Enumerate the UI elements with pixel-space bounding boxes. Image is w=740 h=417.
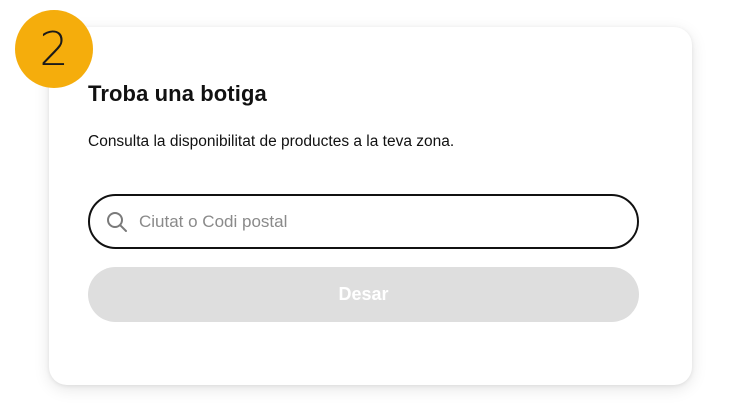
save-button[interactable]: Desar — [88, 267, 639, 322]
page: 2 Troba una botiga Consulta la disponibi… — [0, 0, 740, 417]
search-field[interactable] — [88, 194, 639, 249]
search-icon — [107, 211, 127, 232]
card-title: Troba una botiga — [88, 81, 267, 106]
step-badge: 2 — [15, 10, 93, 88]
card-description: Consulta la disponibilitat de productes … — [88, 133, 455, 150]
step-number: 2 — [39, 22, 69, 76]
search-input[interactable] — [139, 196, 637, 247]
